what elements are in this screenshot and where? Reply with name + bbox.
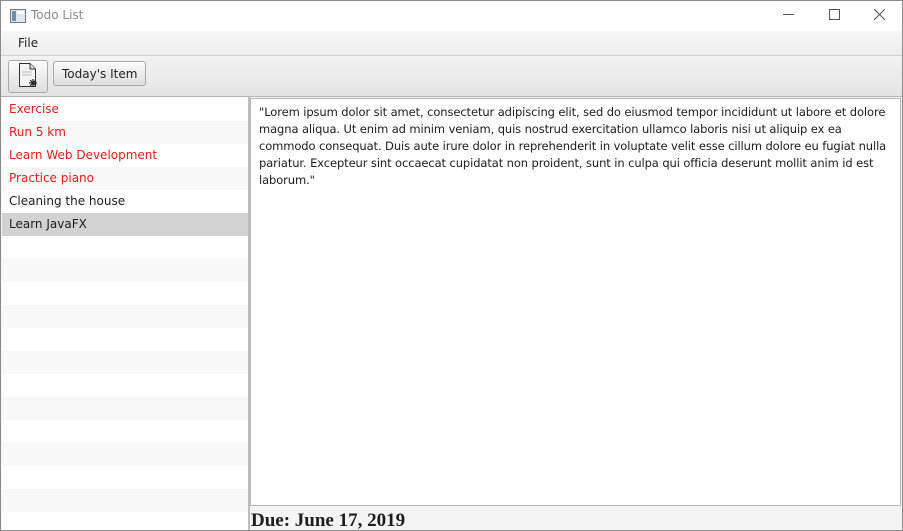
app-window-icon xyxy=(10,9,26,23)
maximize-icon xyxy=(828,9,840,23)
todo-list-item[interactable]: Learn Web Development xyxy=(2,144,248,167)
empty-list-row xyxy=(2,489,248,512)
maximize-button[interactable] xyxy=(811,1,857,31)
toolbar: Today's Item xyxy=(1,56,902,97)
empty-list-row xyxy=(2,397,248,420)
todo-list-item[interactable]: Run 5 km xyxy=(2,121,248,144)
todo-list-item[interactable]: Exercise xyxy=(2,98,248,121)
empty-list-row xyxy=(2,466,248,489)
empty-list-row xyxy=(2,282,248,305)
menu-file[interactable]: File xyxy=(10,34,46,52)
todo-list-item[interactable]: Cleaning the house xyxy=(2,190,248,213)
minimize-button[interactable] xyxy=(765,1,811,31)
todo-list[interactable]: Exercise Run 5 km Learn Web Development Pra… xyxy=(2,98,248,530)
window-title: Todo List xyxy=(31,8,84,22)
empty-list-row xyxy=(2,328,248,351)
todays-item-button[interactable]: Today's Item xyxy=(53,61,147,86)
new-item-button[interactable] xyxy=(8,60,48,93)
empty-list-row xyxy=(2,374,248,397)
todo-list-item[interactable]: Practice piano xyxy=(2,167,248,190)
close-button[interactable] xyxy=(856,1,902,31)
minimize-icon xyxy=(782,9,794,23)
todo-list-item[interactable]: Learn JavaFX xyxy=(2,213,248,236)
item-details-textarea[interactable]: "Lorem ipsum dolor sit amet, consectetur… xyxy=(250,98,901,506)
new-document-icon xyxy=(17,62,39,91)
close-icon xyxy=(873,8,885,23)
item-details-text: "Lorem ipsum dolor sit amet, consectetur… xyxy=(259,105,887,187)
empty-list-row xyxy=(2,259,248,282)
title-bar[interactable]: Todo List xyxy=(1,1,902,31)
menu-bar: File xyxy=(1,31,902,56)
app-window: Todo List File Today's Item Exercise Run… xyxy=(0,0,903,531)
due-date-label: Due: June 17, 2019 xyxy=(251,510,406,531)
empty-list-row xyxy=(2,443,248,466)
empty-list-row xyxy=(2,512,248,530)
empty-list-row xyxy=(2,351,248,374)
empty-list-row xyxy=(2,420,248,443)
empty-list-row xyxy=(2,236,248,259)
empty-list-row xyxy=(2,305,248,328)
